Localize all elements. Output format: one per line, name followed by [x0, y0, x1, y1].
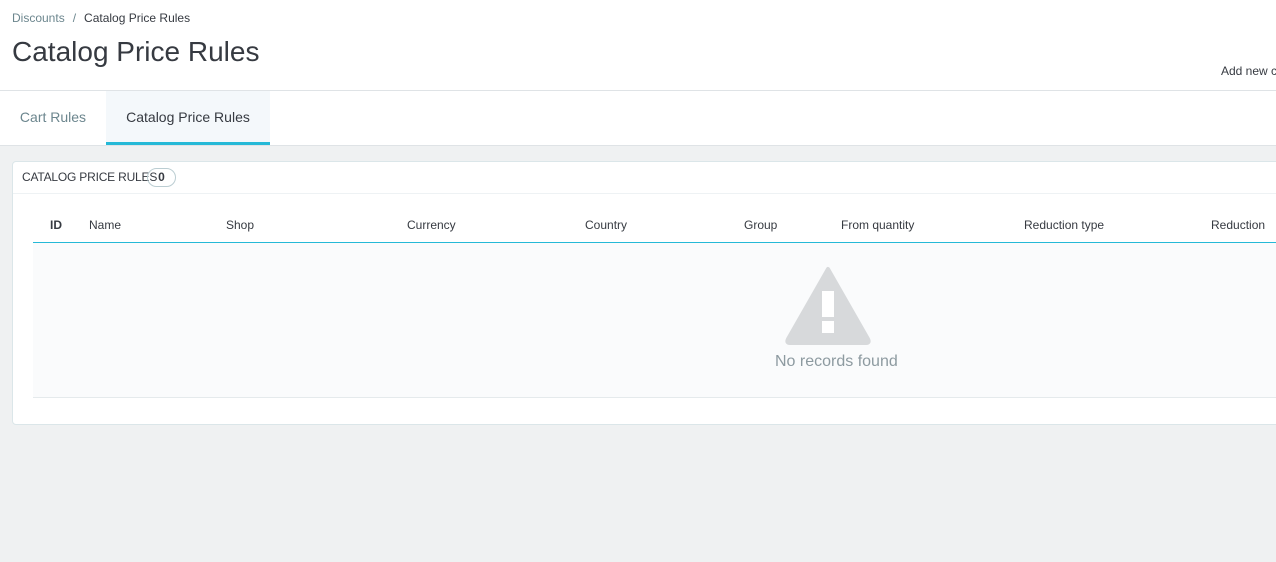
panel-header: CATALOG PRICE RULES 0 [13, 162, 1276, 194]
panel-title: CATALOG PRICE RULES [22, 170, 158, 184]
column-header-reduction[interactable]: Reduction [1211, 218, 1265, 232]
warning-icon [785, 267, 871, 345]
column-header-name[interactable]: Name [89, 218, 121, 232]
add-new-button[interactable]: Add new c [1221, 64, 1276, 78]
column-header-currency[interactable]: Currency [407, 218, 456, 232]
tab-catalog-price-rules[interactable]: Catalog Price Rules [106, 91, 270, 145]
catalog-price-rules-panel: CATALOG PRICE RULES 0 ID Name Shop Curre… [12, 161, 1276, 425]
tab-bar: Cart Rules Catalog Price Rules [0, 91, 1276, 146]
empty-state-message: No records found [775, 353, 898, 370]
page-title: Catalog Price Rules [12, 36, 260, 67]
column-header-id[interactable]: ID [50, 218, 62, 232]
breadcrumb: Discounts / Catalog Price Rules [12, 11, 190, 25]
breadcrumb-separator: / [72, 11, 77, 25]
page-header: Discounts / Catalog Price Rules Catalog Pr… [0, 0, 1276, 91]
tab-cart-rules[interactable]: Cart Rules [0, 91, 106, 145]
empty-state: No records found [33, 243, 1276, 398]
column-header-from-quantity[interactable]: From quantity [841, 218, 914, 232]
column-header-group[interactable]: Group [744, 218, 777, 232]
column-header-reduction-type[interactable]: Reduction type [1024, 218, 1104, 232]
table-header-row: ID Name Shop Currency Country Group From… [33, 208, 1276, 243]
column-header-shop[interactable]: Shop [226, 218, 254, 232]
column-header-country[interactable]: Country [585, 218, 627, 232]
record-count-badge: 0 [147, 168, 176, 187]
breadcrumb-current: Catalog Price Rules [84, 11, 191, 25]
breadcrumb-discounts-link[interactable]: Discounts [12, 11, 65, 25]
